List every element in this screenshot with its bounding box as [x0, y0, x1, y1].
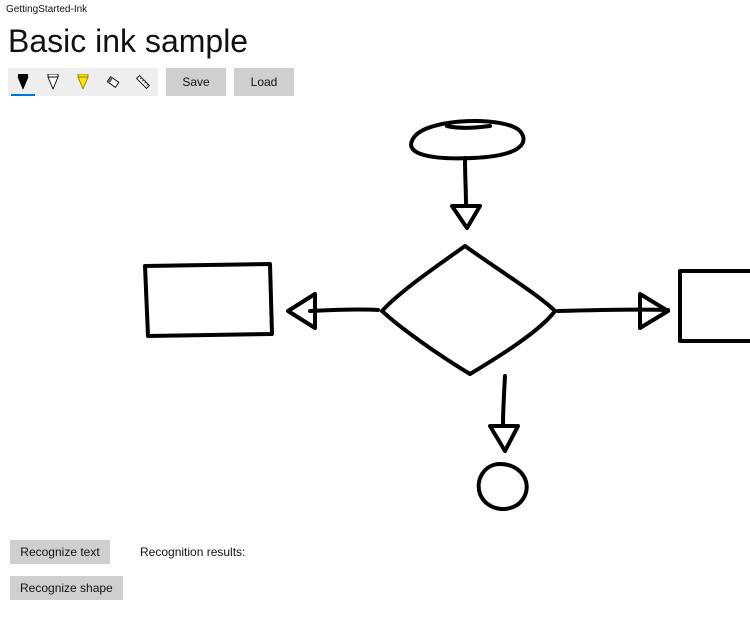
window-title: GettingStarted-Ink — [0, 0, 750, 17]
recognition-results-label: Recognition results: — [140, 545, 245, 559]
ink-toolbar — [8, 68, 158, 96]
tool-eraser[interactable] — [98, 68, 128, 96]
recognize-text-button[interactable]: Recognize text — [10, 540, 110, 564]
page-title: Basic ink sample — [0, 17, 750, 68]
eraser-icon — [105, 74, 121, 90]
tool-ruler[interactable] — [128, 68, 158, 96]
pen-nib-icon — [46, 74, 60, 90]
save-button[interactable]: Save — [166, 68, 226, 96]
load-button[interactable]: Load — [234, 68, 294, 96]
ink-strokes — [0, 96, 750, 536]
tool-pencil[interactable] — [38, 68, 68, 96]
footer: Recognize text Recognition results: Reco… — [0, 536, 750, 604]
highlighter-icon — [76, 74, 90, 90]
tool-highlighter[interactable] — [68, 68, 98, 96]
pen-nib-icon — [16, 74, 30, 90]
ruler-icon — [135, 74, 151, 90]
toolbar: Save Load — [0, 68, 750, 96]
recognize-shape-button[interactable]: Recognize shape — [10, 576, 123, 600]
ink-canvas[interactable] — [0, 96, 750, 536]
tool-ballpoint-pen[interactable] — [8, 68, 38, 96]
